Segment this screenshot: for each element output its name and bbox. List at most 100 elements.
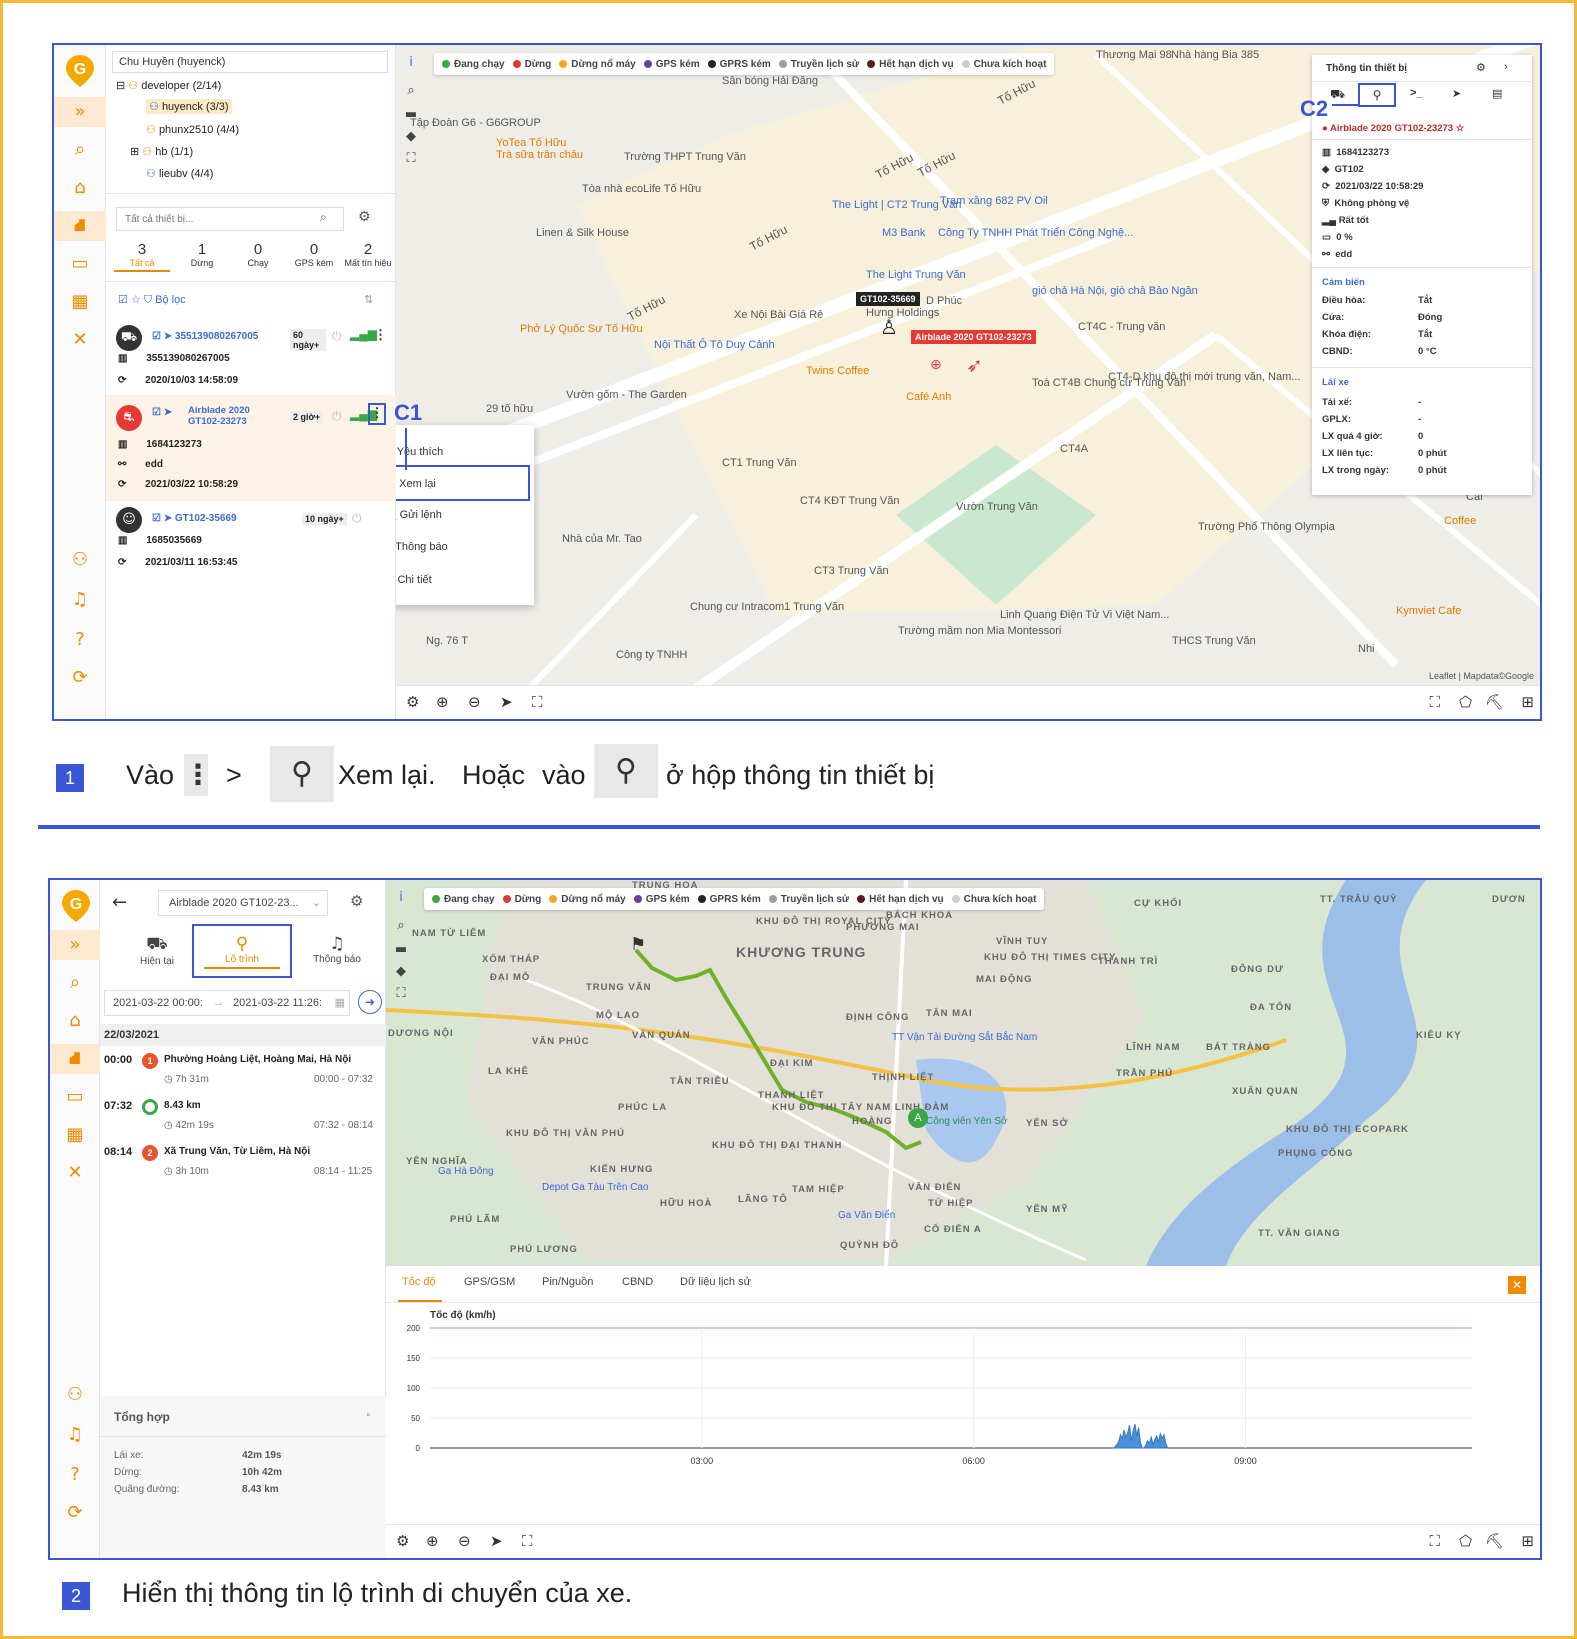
info-icon[interactable]: i [392,890,410,908]
bell-icon[interactable]: ♫ [50,1420,100,1450]
more-menu-icon[interactable]: ⋮ [368,403,386,425]
chart-tab[interactable]: Tốc độ [402,1276,436,1288]
search-icon[interactable]: ⌕ [50,968,100,998]
settings-gear-icon[interactable]: ⚙ [396,1532,409,1550]
fullscreen-icon[interactable]: ⛶ [522,1532,533,1550]
chart-tab[interactable]: GPS/GSM [464,1276,515,1288]
route-map-view[interactable]: Đang chạy Dừng Dừng nổ máy GPS kém GPRS kém T… [386,880,1540,1266]
motorbike-marker-icon[interactable]: ➶ [966,353,983,377]
account-box[interactable]: Chu Huyền (huyenck) [112,51,388,73]
chart-tab[interactable]: CBND [622,1276,653,1288]
report-icon[interactable]: ▭ [50,1082,100,1112]
vehicle-marker-label[interactable]: GT102-35669 [856,292,920,306]
count-running[interactable]: 0 Chạy [230,241,286,268]
add-icon[interactable]: ⊞ [1521,693,1534,711]
apps-icon[interactable]: ▦ [54,287,106,317]
tab-current[interactable]: ⛟ Hiện tại [122,934,192,967]
report-icon[interactable]: ▭ [54,249,106,279]
device-search-input[interactable] [116,207,344,231]
map-monitor-icon[interactable]: ⛘ [54,211,106,241]
tools-icon[interactable]: ✕ [50,1158,100,1188]
entry-place[interactable]: Phường Hoàng Liệt, Hoàng Mai, Hà Nội [164,1054,351,1065]
settings-gear-icon[interactable]: ⚙ [1476,61,1486,74]
info-icon[interactable]: i [402,55,420,73]
sort-icon[interactable]: ⇅ [364,293,373,306]
count-gps-weak[interactable]: 0 GPS kém [286,241,342,268]
home-icon[interactable]: ⌂ [50,1006,100,1036]
apps-icon[interactable]: ▦ [50,1120,100,1150]
expand-icon[interactable]: » [54,97,106,127]
bell-icon[interactable]: ♫ [54,585,106,615]
vehicle-marker-label[interactable]: Airblade 2020 GT102-23273 [911,330,1036,344]
tree-item[interactable]: ⊟ ⚇ developer (2/14) [116,79,221,92]
user-icon[interactable]: ⚇ [50,1380,100,1410]
zoom-out-icon[interactable]: ⊖ [458,1532,471,1550]
menu-item-send-command[interactable]: >_ Gửi lệnh [396,509,442,521]
locate-icon[interactable]: ➤ [500,693,513,711]
entry-place[interactable]: 8.43 km [164,1100,201,1111]
fullscreen-icon[interactable]: ⛶ [532,693,543,711]
person-marker-icon[interactable]: ♙ [880,315,898,339]
search-icon[interactable]: ⌕ [392,918,410,936]
zoom-out-icon[interactable]: ⊖ [468,693,481,711]
tab-notification[interactable]: ♫ Thông báo [302,934,372,965]
back-arrow-icon[interactable]: ← [112,892,127,913]
map-layers-icon[interactable]: ⛏ [1485,693,1504,711]
tab-route[interactable]: ⚲ Lộ trình [192,924,292,978]
expand-icon[interactable]: » [50,930,100,960]
car-tab-icon[interactable]: ⛟ [1330,87,1345,103]
screenshot-icon[interactable]: ⛶ [1429,1532,1440,1550]
fullscreen-icon[interactable]: ⛶ [392,986,410,1004]
filter-bar[interactable]: ☑ ☆ ⛉ Bộ lọc [118,293,186,307]
route-tab-icon[interactable]: ⚲ [1358,83,1396,107]
device-row-2[interactable]: ⛐ ☑ ➤ Airblade 2020 GT102-23273 2 giờ+ ⏻… [106,395,396,501]
settings-gear-icon[interactable]: ⚙ [406,693,419,711]
chevron-right-icon[interactable]: › [1504,61,1508,73]
chart-tab[interactable]: Dữ liệu lịch sử [680,1276,751,1288]
direction-icon[interactable]: ◆ [392,964,410,982]
close-icon[interactable]: ✕ [1508,1276,1526,1294]
settings-gear-icon[interactable]: ⚙ [358,209,371,225]
measure-icon[interactable]: ▬ [392,942,410,960]
tools-icon[interactable]: ✕ [54,325,106,355]
tree-item-selected[interactable]: ⚇ huyenck (3/3) [146,99,232,114]
logout-icon[interactable]: ⟳ [50,1498,100,1528]
tree-item[interactable]: ⚇ phunx2510 (4/4) [146,123,239,136]
fullscreen-icon[interactable]: ⛶ [402,151,420,169]
zoom-in-icon[interactable]: ⊕ [436,693,449,711]
send-tab-icon[interactable]: ➤ [1452,87,1461,100]
logout-icon[interactable]: ⟳ [54,663,106,693]
export-button[interactable]: ➜ [358,990,382,1014]
entry-place[interactable]: Xã Trung Văn, Từ Liêm, Hà Nội [164,1146,310,1157]
menu-item-notification[interactable]: ♫ Thông báo [396,541,448,553]
help-icon[interactable]: ? [50,1460,100,1490]
polygon-icon[interactable]: ⬠ [1459,693,1472,711]
count-stopped[interactable]: 1 Dừng [174,241,230,268]
search-icon[interactable]: ⌕ [320,210,327,225]
zoom-in-icon[interactable]: ⊕ [426,1532,439,1550]
user-icon[interactable]: ⚇ [54,545,106,575]
count-lost-signal[interactable]: 2 Mất tín hiệu [340,241,396,268]
tree-item[interactable]: ⊞ ⚇ hb (1/1) [130,145,193,158]
search-icon[interactable]: ⌕ [402,83,420,101]
command-tab-icon[interactable]: >_ [1410,87,1423,99]
count-all[interactable]: 3 Tất cả [114,241,170,272]
locate-icon[interactable]: ➤ [490,1532,503,1550]
device-select[interactable]: Airblade 2020 GT102-23... ⌄ [158,890,328,916]
direction-icon[interactable]: ◆ [402,129,420,147]
device-row-1[interactable]: ⛟ ☑ ➤ 355139080267005 60 ngày+ ⏻ ▂▄▆ ⋮ ▥… [106,319,396,395]
tree-item[interactable]: ⚇ lieubv (4/4) [146,167,213,180]
more-menu-icon[interactable]: ⋮ [374,327,387,343]
add-icon[interactable]: ⊞ [1521,1532,1534,1550]
map-monitor-icon[interactable]: ⛘ [50,1044,100,1074]
device-row-3[interactable]: ☺ ☑ ➤ GT102-35669 10 ngày+ ⏻ ▥ 168503566… [106,501,396,577]
date-range-input[interactable]: 2021-03-22 00:00: → 2021-03-22 11:26: ▦ [104,990,350,1016]
search-icon[interactable]: ⌕ [54,135,106,165]
screenshot-icon[interactable]: ⛶ [1429,693,1440,711]
chart-tab[interactable]: Pin/Nguồn [542,1276,593,1288]
help-icon[interactable]: ? [54,625,106,655]
polygon-icon[interactable]: ⬠ [1459,1532,1472,1550]
map-layers-icon[interactable]: ⛏ [1485,1532,1504,1550]
collapse-icon[interactable]: ▫ [366,1410,370,1421]
home-icon[interactable]: ⌂ [54,173,106,203]
